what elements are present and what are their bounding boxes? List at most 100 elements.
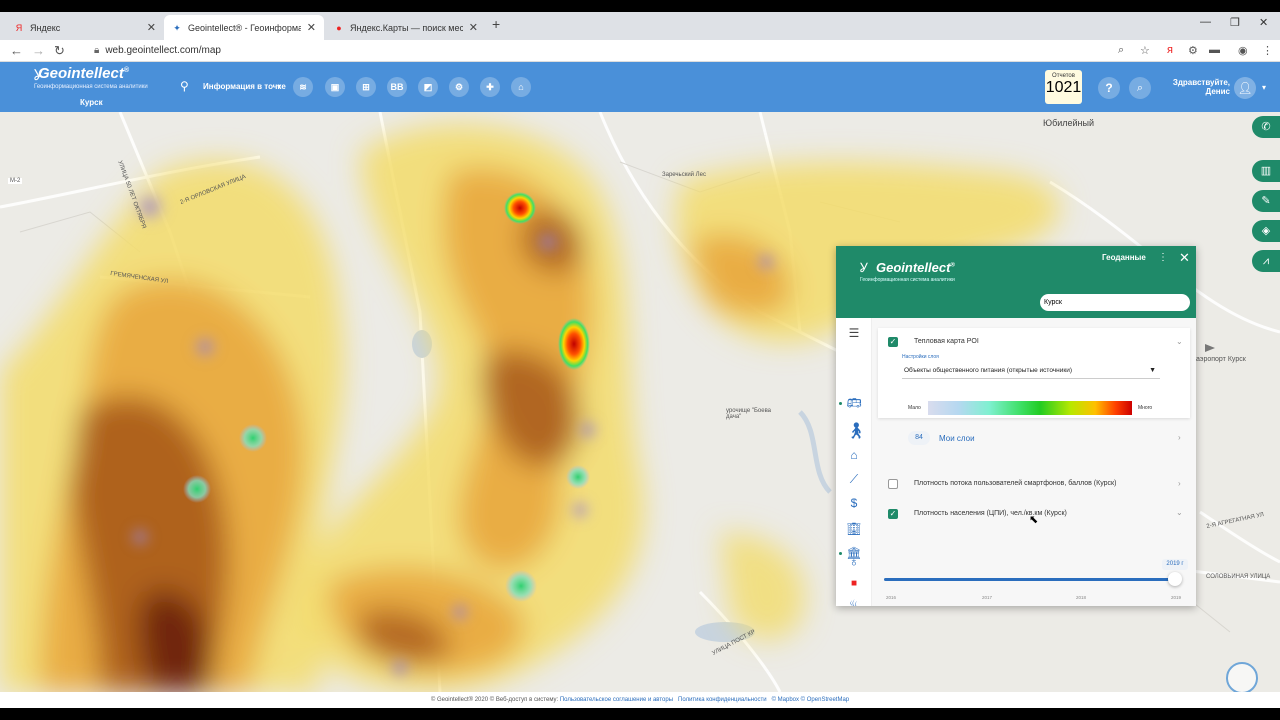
map-label: СОЛОВЬИНАЯ УЛИЦА bbox=[1206, 574, 1271, 580]
profile-icon[interactable]: ◉ bbox=[1238, 44, 1248, 57]
zoom-icon[interactable]: ⌕ bbox=[1118, 44, 1124, 57]
map-label: Юбилейный bbox=[1043, 118, 1095, 128]
bb-tool-icon[interactable]: BB bbox=[387, 77, 407, 97]
user-greeting[interactable]: Здравствуйте, Денис bbox=[1170, 78, 1230, 96]
drop-icon[interactable]: ♁ bbox=[846, 553, 862, 569]
reports-count: 1021 bbox=[1045, 79, 1082, 96]
extension-icon-2[interactable]: ▬ bbox=[1209, 44, 1220, 56]
transport-icon[interactable]: 🚌︎ bbox=[846, 396, 862, 410]
screen-top-edge bbox=[0, 0, 1280, 12]
current-city[interactable]: Курск bbox=[80, 98, 103, 107]
close-tab-icon[interactable]: ✕ bbox=[147, 21, 156, 34]
year-tick: 2017 bbox=[982, 595, 993, 600]
tab-geointellect[interactable]: ✦ Geointellect® - Геоинформаци ✕ bbox=[164, 15, 324, 40]
reports-counter[interactable]: Отчетов 1021 bbox=[1045, 70, 1082, 104]
screen-tool-icon[interactable]: ▣ bbox=[325, 77, 345, 97]
palette-tool-icon[interactable]: ◩ bbox=[418, 77, 438, 97]
layer-poi-label: Тепловая карта POI bbox=[914, 338, 979, 345]
map-pin-icon: ● bbox=[336, 22, 342, 33]
location-pin-icon: ⚲ bbox=[180, 79, 189, 93]
chevron-down-icon[interactable]: ▾ bbox=[277, 82, 281, 91]
map-label: М-2 bbox=[8, 178, 23, 184]
year-slider-track[interactable] bbox=[884, 578, 1174, 581]
settings-tool-icon[interactable]: ⚙ bbox=[449, 77, 469, 97]
layer-poi-checkbox[interactable]: ✓ bbox=[888, 337, 898, 347]
url-field[interactable]: 🔒︎ web.geointellect.com/map bbox=[94, 45, 221, 56]
info-mode-select[interactable]: Информация в точке bbox=[203, 82, 286, 91]
close-tab-icon[interactable]: ✕ bbox=[307, 21, 316, 34]
tab-yandex[interactable]: Я Яндекс ✕ bbox=[6, 15, 164, 40]
app-logo-subtitle: Геоинформационная система аналитики bbox=[34, 84, 148, 90]
home-tool-icon[interactable]: ⌂ bbox=[511, 77, 531, 97]
chevron-right-icon[interactable]: › bbox=[1178, 433, 1181, 442]
layer-smartphone-density-checkbox[interactable] bbox=[888, 479, 898, 489]
buildings-icon[interactable]: 🏢︎ bbox=[846, 522, 862, 536]
network-tool-icon[interactable]: ✚ bbox=[480, 77, 500, 97]
page-footer: © Geointellect® 2020 © Веб-доступ в сист… bbox=[0, 692, 1280, 708]
reload-icon[interactable]: ↻ bbox=[54, 43, 65, 59]
map-label: Заречьский Лес bbox=[662, 172, 706, 178]
year-slider-thumb[interactable] bbox=[1168, 572, 1182, 586]
active-indicator bbox=[839, 552, 842, 555]
chevron-down-icon[interactable]: ⌄ bbox=[1176, 508, 1183, 517]
money-icon[interactable]: $ bbox=[846, 496, 862, 510]
app-logo[interactable]: Geointellect® bbox=[38, 65, 129, 82]
layers-stack-icon[interactable]: ◈ bbox=[1252, 220, 1280, 242]
road-icon[interactable]: ⟋ bbox=[846, 472, 862, 487]
menu-dots-icon[interactable]: ⋮ bbox=[1262, 44, 1273, 57]
close-panel-icon[interactable]: ✕ bbox=[1179, 250, 1190, 266]
tab-yandex-maps[interactable]: ● Яндекс.Карты — поиск мест и а ✕ bbox=[326, 15, 486, 40]
app-header bbox=[0, 62, 1280, 112]
url-text: web.geointellect.com/map bbox=[105, 45, 221, 56]
year-tick: 2018 bbox=[1076, 595, 1087, 600]
grid-tool-icon[interactable]: ⊞ bbox=[356, 77, 376, 97]
layer-settings-label: Настройки слоя bbox=[902, 354, 939, 360]
panel-title: Геоданные bbox=[1102, 253, 1146, 262]
tab-label: Яндекс.Карты — поиск мест и а bbox=[350, 22, 463, 33]
tab-label: Яндекс bbox=[30, 22, 61, 33]
footer-link-privacy[interactable]: Политика конфиденциальности bbox=[678, 697, 767, 703]
avatar[interactable]: 👤︎ bbox=[1234, 77, 1256, 99]
new-tab-button[interactable]: + bbox=[492, 16, 500, 32]
forward-icon[interactable]: → bbox=[32, 43, 45, 58]
hamburger-menu-icon[interactable]: ☰ bbox=[846, 326, 862, 340]
help-icon[interactable]: ? bbox=[1098, 77, 1120, 99]
ruler-icon[interactable]: ✎ bbox=[1252, 190, 1280, 212]
chevron-right-icon[interactable]: › bbox=[1178, 479, 1181, 488]
close-tab-icon[interactable]: ✕ bbox=[469, 21, 478, 34]
chevron-down-icon[interactable]: ⌄ bbox=[1176, 337, 1183, 346]
phone-icon[interactable]: ✆ bbox=[1252, 116, 1280, 138]
panel-header: Ỿ Geointellect® Геоинформационная систем… bbox=[836, 246, 1196, 318]
more-options-icon[interactable]: ⋮ bbox=[1158, 252, 1168, 263]
bookmark-star-icon[interactable]: ☆ bbox=[1140, 44, 1150, 57]
home-icon[interactable]: ⌂ bbox=[846, 448, 862, 462]
layers-tool-icon[interactable]: ≋ bbox=[293, 77, 313, 97]
map-control-button[interactable] bbox=[1226, 662, 1258, 694]
traffic-icon[interactable]: ▥ bbox=[1252, 160, 1280, 182]
footer-link-terms[interactable]: Пользовательское соглашение и авторы bbox=[560, 697, 673, 703]
minimize-icon[interactable]: — bbox=[1200, 16, 1211, 28]
yandex-extension-icon[interactable]: я bbox=[1167, 44, 1173, 56]
yandex-icon: Я bbox=[15, 22, 23, 33]
footer-link-mapbox[interactable]: © Mapbox © OpenStreetMap bbox=[772, 697, 850, 703]
flame-icon[interactable]: ♨ bbox=[846, 596, 862, 606]
panel-search-input[interactable] bbox=[1040, 294, 1190, 311]
people-icon[interactable]: 🚶︎ bbox=[846, 421, 866, 441]
back-icon[interactable]: ← bbox=[10, 43, 23, 58]
user-menu-chevron-icon[interactable]: ▾ bbox=[1262, 83, 1266, 92]
heatmap-legend-gradient bbox=[928, 401, 1132, 415]
legend-max-label: Много bbox=[1138, 405, 1153, 411]
extension-icon[interactable]: ⚙ bbox=[1188, 44, 1198, 57]
flag-icon[interactable]: ■ bbox=[846, 578, 862, 589]
layer-source-select[interactable]: Объекты общественного питания (открытые … bbox=[902, 363, 1160, 379]
my-layers-link[interactable]: Мои слои bbox=[939, 434, 975, 443]
dropdown-arrow-icon: ▼ bbox=[1149, 367, 1156, 374]
maximize-icon[interactable]: ❐ bbox=[1230, 16, 1240, 29]
close-window-icon[interactable]: ✕ bbox=[1259, 16, 1268, 29]
chart-icon[interactable]: ⩘ bbox=[1252, 250, 1280, 272]
geodata-panel: Ỿ Geointellect® Геоинформационная систем… bbox=[836, 246, 1196, 606]
year-tick: 2016 bbox=[886, 595, 897, 600]
layer-population-density-checkbox[interactable]: ✓ bbox=[888, 509, 898, 519]
year-tick: 2019 bbox=[1171, 595, 1182, 600]
search-icon[interactable]: ⌕ bbox=[1129, 77, 1151, 99]
